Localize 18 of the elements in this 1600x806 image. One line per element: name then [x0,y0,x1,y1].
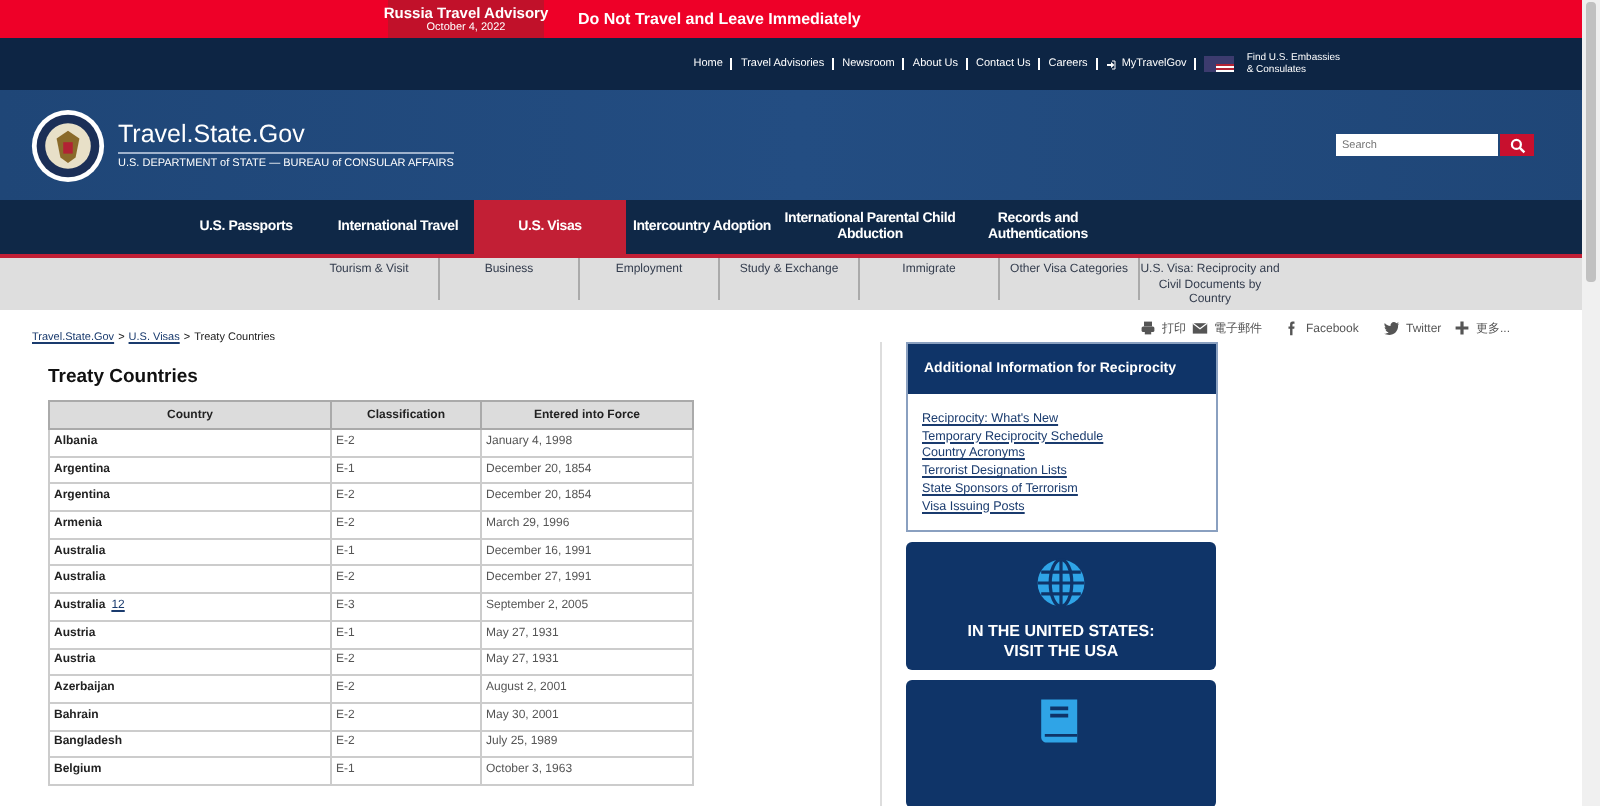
email-icon[interactable] [1192,320,1208,336]
search-button[interactable] [1500,134,1534,156]
sign-in-icon [1105,59,1116,69]
search-icon [1509,137,1525,153]
advisory-message: Do Not Travel and Leave Immediately [578,10,861,28]
site-name[interactable]: Travel.State.Gov [118,120,454,154]
page-title: Treaty Countries [48,366,200,388]
facebook-icon[interactable] [1284,320,1300,336]
print-icon[interactable] [1140,320,1156,336]
scrollbar[interactable] [1582,0,1600,806]
promo-card[interactable]: IN THE UNITED STATES: VISIT THE USA [906,542,1216,671]
globe-icon [1034,556,1088,611]
bird-icon[interactable] [1383,320,1400,336]
seal-icon [30,107,106,183]
promo-title: IN THE UNITED STATES: VISIT THE USA [967,622,1155,663]
promo-card[interactable] [906,680,1216,806]
flag-icon [1204,56,1235,72]
plus-icon[interactable] [1454,320,1471,336]
